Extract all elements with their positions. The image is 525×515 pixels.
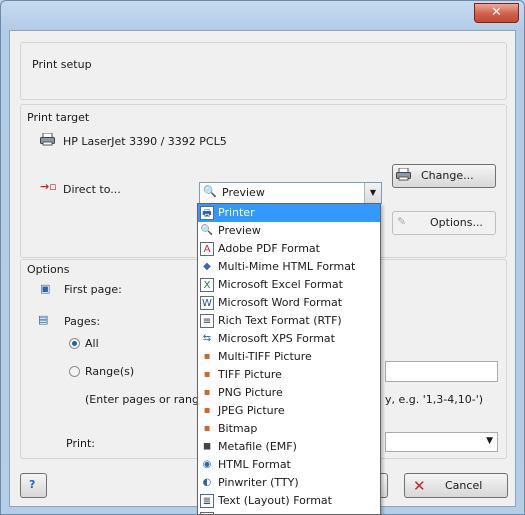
dropdown-item-label: JPEG Picture [218,404,285,417]
first-page-label: First page: [64,283,122,296]
preview-icon: 🔍 [203,185,217,198]
dropdown-item-label: Microsoft Word Format [218,296,343,309]
printer-icon [396,167,411,184]
image-icon: ▪ [203,405,211,416]
direct-to-value: Preview [222,186,265,199]
dropdown-item-label: PNG Picture [218,386,283,399]
dropdown-item-label: HTML Format [218,458,291,471]
all-pages-label: All [85,337,99,350]
pinwriter-icon: ◐ [202,477,212,488]
image-icon: ▪ [203,351,211,362]
dropdown-item-label: Bitmap [218,422,258,435]
dropdown-item-label: Metafile (EMF) [218,440,297,453]
dropdown-item[interactable]: ▪ JPEG Picture [198,402,380,420]
dropdown-item[interactable]: ◐ Pinwriter (TTY) [198,474,380,492]
dropdown-item-label: Microsoft XPS Format [218,332,335,345]
dropdown-list: 🖶 Printer 🔍 Preview A Adobe PDF Format ◆ Multi-… [198,204,380,514]
excel-icon: X [200,278,214,292]
range-input[interactable] [385,361,498,382]
range-hint-left: (Enter pages or range [85,393,206,406]
dropdown-item[interactable]: ≡ Rich Text Format (RTF) [198,312,380,330]
dropdown-item[interactable]: <>XML Format [198,510,380,514]
options-label: Options [27,263,70,276]
dropdown-item-label: Multi-Mime HTML Format [218,260,356,273]
rtf-icon: ≡ [200,314,214,328]
xps-icon: ⇆ [202,333,212,344]
printer-name: HP LaserJet 3390 / 3392 PCL5 [63,135,227,148]
dropdown-item[interactable]: ≣ Text (Layout) Format [198,492,380,510]
direct-to-icon: →▫ [40,180,57,193]
html-icon: ◆ [203,261,211,272]
range-hint-right: y, e.g. '1,3-4,10-') [385,393,484,406]
dropdown-item[interactable]: ▪ Bitmap [198,420,380,438]
dropdown-item-label: Printer [218,206,255,219]
image-icon: ▪ [203,369,211,380]
dropdown-item-label: Microsoft Excel Format [218,278,343,291]
print-select[interactable]: ▼ [385,432,498,452]
pdf-icon: A [200,242,214,256]
change-printer-button[interactable]: Change... [392,164,496,188]
dropdown-item[interactable]: W Microsoft Word Format [198,294,380,312]
printer-icon: 🖶 [200,206,214,220]
dropdown-item[interactable]: ◆ Multi-Mime HTML Format [198,258,380,276]
dropdown-item[interactable]: ▪ Multi-TIFF Picture [198,348,380,366]
cancel-icon: ✕ [413,477,426,495]
options-icon: ✎ [397,215,407,228]
dropdown-item[interactable]: ⇆ Microsoft XPS Format [198,330,380,348]
pages-icon: ▤ [38,313,49,326]
direct-to-dropdown[interactable]: 🖶 Printer 🔍 Preview A Adobe PDF Format ◆ Multi-… [197,203,381,515]
range-radio[interactable] [69,366,80,377]
page-title: Print setup [32,58,92,71]
dropdown-item-label: Multi-TIFF Picture [218,350,312,363]
dropdown-item-label: Pinwriter (TTY) [218,476,299,489]
options-button[interactable]: ✎ Options... [392,211,496,235]
dropdown-item[interactable]: A Adobe PDF Format [198,240,380,258]
options-button-label: Options... [430,216,483,229]
first-page-icon: ▣ [40,282,51,295]
help-icon: ? [29,478,36,491]
dropdown-item-label: Adobe PDF Format [218,242,320,255]
direct-to-select[interactable]: 🔍 Preview ▼ [199,182,382,204]
dropdown-item-label: TIFF Picture [218,368,282,381]
dropdown-item-label: Text (Layout) Format [218,494,332,507]
dropdown-item-label: Rich Text Format (RTF) [218,314,342,327]
direct-to-label: Direct to... [63,183,121,196]
dropdown-item[interactable]: X Microsoft Excel Format [198,276,380,294]
range-label: Range(s) [85,365,135,378]
dropdown-item[interactable]: 🖶 Printer [198,204,380,222]
dropdown-item[interactable]: ◉ HTML Format [198,456,380,474]
cancel-button[interactable]: ✕ Cancel [404,473,508,498]
title-panel: Print setup [20,42,507,100]
dropdown-item[interactable]: ▪ TIFF Picture [198,366,380,384]
help-button[interactable]: ? [20,473,47,498]
pages-label: Pages: [64,315,101,328]
globe-icon: ◉ [202,459,212,470]
preview-icon: 🔍 [200,225,214,236]
printer-icon [40,132,55,149]
dropdown-item[interactable]: ◼ Metafile (EMF) [198,438,380,456]
cancel-button-label: Cancel [445,479,483,492]
dropdown-item[interactable]: 🔍 Preview [198,222,380,240]
text-icon: ≣ [200,494,214,508]
metafile-icon: ◼ [202,441,212,452]
dropdown-item[interactable]: ▪ PNG Picture [198,384,380,402]
change-button-label: Change... [421,169,474,182]
image-icon: ▪ [203,423,211,434]
close-button[interactable]: ✕ [474,3,519,23]
print-target-label: Print target [27,111,90,124]
all-pages-radio[interactable] [69,338,80,349]
chevron-down-icon[interactable]: ▼ [486,436,493,446]
dropdown-item-label: Preview [218,224,261,237]
word-icon: W [200,296,214,310]
print-label: Print: [66,437,96,450]
chevron-down-icon[interactable]: ▼ [364,183,381,203]
image-icon: ▪ [203,387,211,398]
